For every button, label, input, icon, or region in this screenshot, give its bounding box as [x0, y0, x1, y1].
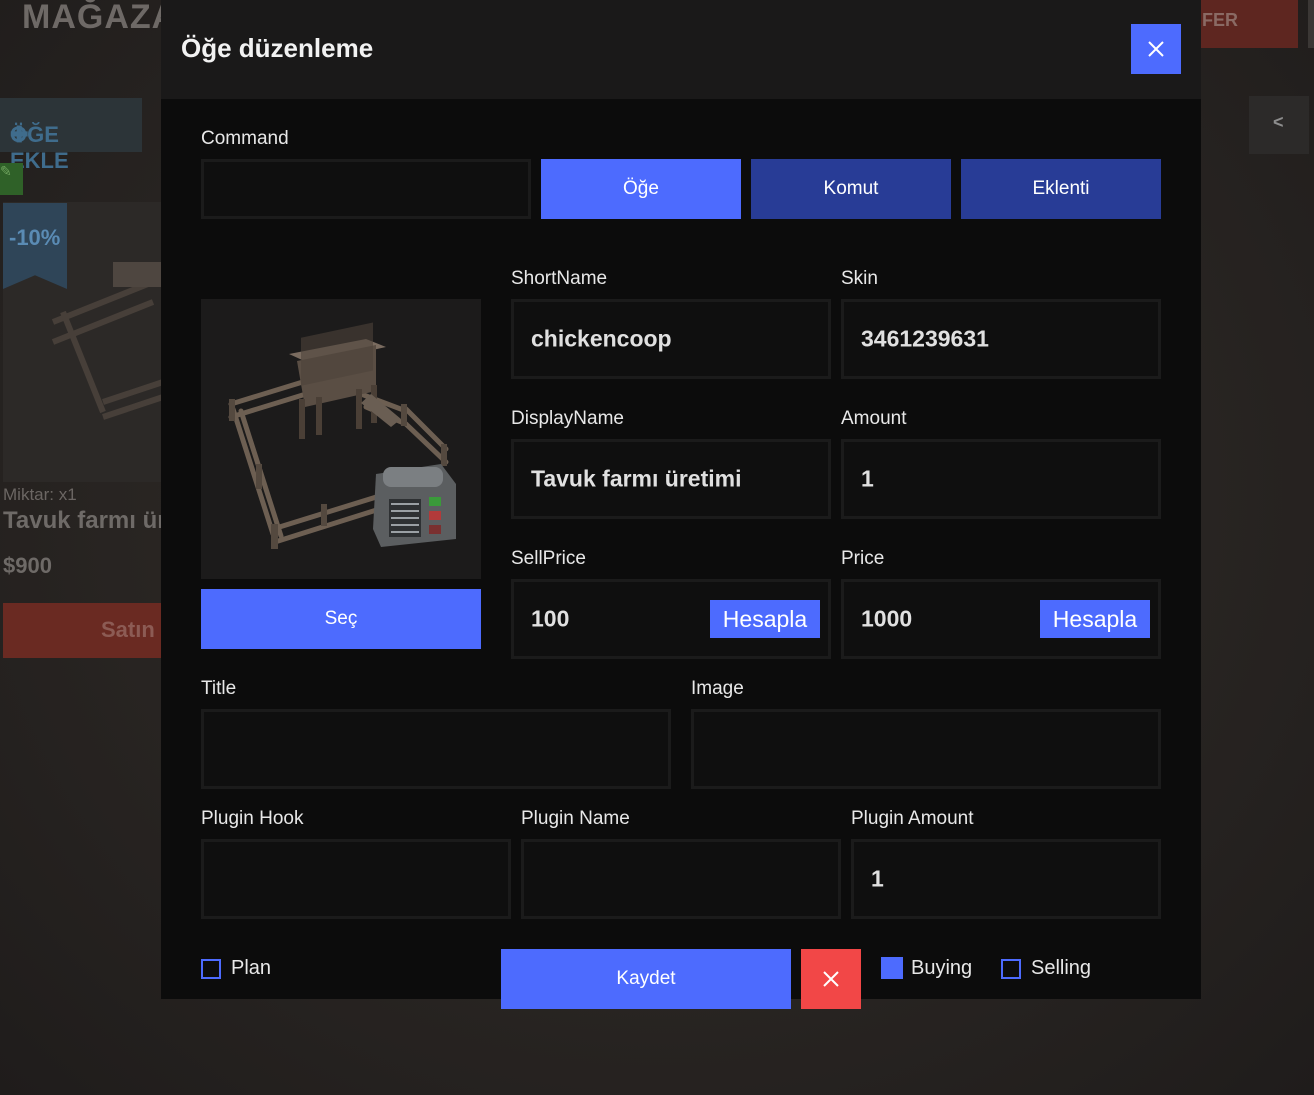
plugin-name-input[interactable] — [521, 839, 841, 919]
delete-button[interactable] — [801, 949, 861, 1009]
selling-checkbox[interactable] — [1001, 959, 1021, 979]
shortname-label: ShortName — [511, 268, 608, 289]
sellprice-calc-button[interactable]: Hesapla — [710, 600, 820, 638]
discount-text: -10% — [9, 225, 61, 250]
plugin-hook-input[interactable] — [201, 839, 511, 919]
buying-checkbox[interactable] — [881, 957, 903, 979]
modal-title: Öğe düzenleme — [181, 33, 374, 63]
modal-header: Öğe düzenleme — [161, 0, 1201, 99]
displayname-label: DisplayName — [511, 408, 624, 429]
item-quantity: Miktar: x1 — [3, 485, 77, 504]
tab-item[interactable]: Öğe — [541, 159, 741, 219]
add-item-button[interactable]: ✚ ÖĞE EKLE — [0, 98, 142, 173]
sellprice-label: SellPrice — [511, 548, 586, 569]
plugin-amount-label: Plugin Amount — [851, 808, 974, 829]
skin-label: Skin — [841, 268, 878, 289]
save-button[interactable]: Kaydet — [501, 949, 791, 1009]
displayname-input[interactable]: Tavuk farmı üretimi — [511, 439, 831, 519]
top-right-button-label: FER — [1202, 10, 1238, 30]
tab-command-label: Komut — [823, 178, 879, 199]
item-price: $900 — [3, 553, 52, 578]
price-value: 1000 — [861, 605, 913, 632]
chevron-left-icon: < — [1273, 112, 1284, 132]
displayname-value: Tavuk farmı üretimi — [531, 465, 742, 492]
selling-label: Selling — [1031, 957, 1092, 979]
title-input[interactable] — [201, 709, 671, 789]
tab-item-label: Öğe — [623, 178, 659, 199]
skin-value: 3461239631 — [861, 325, 989, 352]
shortname-input[interactable]: chickencoop — [511, 299, 831, 379]
sellprice-input[interactable]: 100 Hesapla — [511, 579, 831, 659]
save-button-label: Kaydet — [616, 968, 676, 989]
buy-button[interactable]: Satın — [3, 603, 173, 658]
image-input[interactable] — [691, 709, 1161, 789]
amount-label: Amount — [841, 408, 907, 429]
price-label: Price — [841, 548, 885, 569]
plugin-hook-label: Plugin Hook — [201, 808, 304, 829]
title-label: Title — [201, 678, 237, 699]
price-input[interactable]: 1000 Hesapla — [841, 579, 1161, 659]
shortname-value: chickencoop — [531, 325, 672, 352]
plugin-name-label: Plugin Name — [521, 808, 630, 829]
buying-label: Buying — [911, 957, 973, 979]
plan-checkbox[interactable] — [201, 959, 221, 979]
amount-input[interactable]: 1 — [841, 439, 1161, 519]
command-input[interactable] — [201, 159, 531, 219]
item-name: Tavuk farmı üre — [3, 507, 180, 534]
edge-strip — [1308, 0, 1314, 48]
image-label: Image — [691, 678, 744, 699]
store-title: MAĞAZA — [22, 0, 178, 36]
plan-label: Plan — [231, 957, 272, 979]
amount-value: 1 — [861, 465, 874, 492]
page-back-button[interactable]: < — [1249, 96, 1309, 154]
chicken-coop-image — [228, 322, 456, 549]
price-calc-button[interactable]: Hesapla — [1040, 600, 1150, 638]
skin-input[interactable]: 3461239631 — [841, 299, 1161, 379]
close-button[interactable] — [1131, 24, 1181, 74]
tab-command[interactable]: Komut — [751, 159, 951, 219]
sellprice-value: 100 — [531, 605, 570, 632]
tab-plugin-label: Eklenti — [1032, 178, 1090, 199]
select-button-label: Seç — [324, 608, 358, 629]
close-icon — [1148, 41, 1164, 57]
buy-button-label: Satın — [101, 617, 155, 642]
close-icon — [823, 971, 839, 987]
select-button[interactable]: Seç — [201, 589, 481, 649]
plugin-amount-input[interactable]: 1 — [851, 839, 1161, 919]
command-label: Command — [201, 128, 289, 149]
tab-plugin[interactable]: Eklenti — [961, 159, 1161, 219]
plugin-amount-value: 1 — [871, 865, 884, 892]
edit-pencil-icon[interactable]: ✎ — [0, 163, 23, 195]
item-preview-image — [201, 299, 481, 579]
